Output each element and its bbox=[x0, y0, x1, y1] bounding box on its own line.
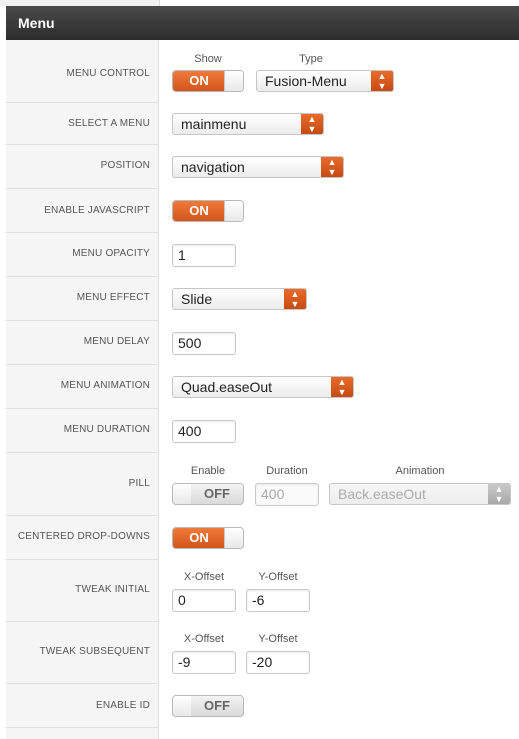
menu-opacity-input[interactable]: 1 bbox=[172, 244, 236, 267]
tweak-subsequent-y-input[interactable]: -20 bbox=[246, 651, 310, 674]
menu-settings-panel: MENU CONTROL Show Type ON Fusion-Menu ▲ ▼… bbox=[6, 40, 519, 739]
toggle-on-label: ON bbox=[173, 71, 225, 91]
menu-duration-label: MENU DURATION bbox=[63, 424, 150, 435]
tweak-initial-y-header: Y-Offset bbox=[258, 571, 298, 583]
tweak-initial-y-input[interactable]: -6 bbox=[246, 589, 310, 612]
row-menu-animation: MENU ANIMATION Quad.easeOut ▲ ▼ bbox=[6, 365, 519, 409]
row-menu-duration: MENU DURATION 400 bbox=[6, 409, 519, 453]
row-menu-control: MENU CONTROL Show Type ON Fusion-Menu ▲ ▼ bbox=[6, 40, 519, 103]
menu-type-select[interactable]: Fusion-Menu ▲ ▼ bbox=[256, 70, 394, 92]
pill-enable-header: Enable bbox=[190, 465, 226, 477]
menu-effect-label: MENU EFFECT bbox=[76, 292, 150, 303]
tweak-subsequent-label: TWEAK SUBSEQUENT bbox=[39, 646, 150, 657]
select-arrows-icon: ▲ ▼ bbox=[284, 289, 306, 309]
select-menu-value: mainmenu bbox=[181, 116, 247, 132]
select-menu-select[interactable]: mainmenu ▲ ▼ bbox=[172, 113, 324, 135]
enable-id-label: ENABLE ID bbox=[95, 700, 150, 711]
toggle-on-label: ON bbox=[173, 528, 225, 548]
row-select-menu: SELECT A MENU mainmenu ▲ ▼ bbox=[6, 103, 519, 145]
row-enable-id: ENABLE ID OFF bbox=[6, 684, 519, 728]
menu-delay-label: MENU DELAY bbox=[83, 336, 150, 347]
toggle-knob bbox=[224, 528, 243, 548]
menu-delay-input[interactable]: 500 bbox=[172, 332, 236, 355]
pill-animation-header: Animation bbox=[395, 465, 445, 477]
toggle-knob bbox=[224, 201, 243, 221]
menu-animation-label: MENU ANIMATION bbox=[60, 380, 150, 391]
menu-control-label: MENU CONTROL bbox=[66, 68, 150, 79]
toggle-off-label: OFF bbox=[191, 484, 243, 504]
menu-control-show-toggle[interactable]: ON bbox=[172, 70, 244, 92]
panel-title: Menu bbox=[18, 15, 55, 31]
tweak-subsequent-y-header: Y-Offset bbox=[258, 633, 298, 645]
tweak-subsequent-x-header: X-Offset bbox=[183, 633, 225, 645]
tweak-initial-x-input[interactable]: 0 bbox=[172, 589, 236, 612]
toggle-off-label: OFF bbox=[191, 696, 243, 716]
row-tweak-initial: TWEAK INITIAL X-Offset Y-Offset 0 -6 bbox=[6, 560, 519, 622]
select-arrows-icon: ▲ ▼ bbox=[331, 377, 353, 397]
menu-effect-select[interactable]: Slide ▲ ▼ bbox=[172, 288, 307, 310]
row-centered-dropdowns: CENTERED DROP-DOWNS ON bbox=[6, 516, 519, 560]
position-label: POSITION bbox=[100, 160, 150, 171]
select-arrows-icon: ▲ ▼ bbox=[488, 484, 510, 504]
select-arrows-icon: ▲ ▼ bbox=[371, 71, 393, 91]
row-menu-effect: MENU EFFECT Slide ▲ ▼ bbox=[6, 277, 519, 321]
row-menu-opacity: MENU OPACITY 1 bbox=[6, 233, 519, 277]
row-pill: PILL Enable Duration Animation OFF 400 B… bbox=[6, 453, 519, 516]
position-value: navigation bbox=[181, 159, 245, 175]
menu-opacity-label: MENU OPACITY bbox=[72, 248, 150, 259]
pill-animation-select[interactable]: Back.easeOut ▲ ▼ bbox=[329, 483, 511, 505]
centered-dropdowns-label: CENTERED DROP-DOWNS bbox=[17, 531, 150, 542]
row-enable-javascript: ENABLE JAVASCRIPT ON bbox=[6, 189, 519, 233]
row-tweak-subsequent: TWEAK SUBSEQUENT X-Offset Y-Offset -9 -2… bbox=[6, 622, 519, 684]
toggle-knob bbox=[224, 71, 243, 91]
select-menu-label: SELECT A MENU bbox=[68, 118, 150, 129]
menu-duration-input[interactable]: 400 bbox=[172, 420, 236, 443]
panel-header: Menu bbox=[6, 6, 519, 40]
select-arrows-icon: ▲ ▼ bbox=[321, 157, 343, 177]
row-position: POSITION navigation ▲ ▼ bbox=[6, 145, 519, 189]
centered-dropdowns-toggle[interactable]: ON bbox=[172, 527, 244, 549]
menu-effect-value: Slide bbox=[181, 291, 213, 307]
enable-javascript-toggle[interactable]: ON bbox=[172, 200, 244, 222]
tweak-initial-x-header: X-Offset bbox=[183, 571, 225, 583]
toggle-on-label: ON bbox=[173, 201, 225, 221]
pill-duration-input[interactable]: 400 bbox=[255, 483, 319, 506]
pill-label: PILL bbox=[128, 478, 150, 489]
enable-javascript-label: ENABLE JAVASCRIPT bbox=[44, 205, 150, 216]
pill-animation-value: Back.easeOut bbox=[338, 486, 426, 502]
pill-duration-header: Duration bbox=[266, 465, 308, 477]
pill-enable-toggle[interactable]: OFF bbox=[172, 483, 244, 505]
type-header: Type bbox=[299, 53, 323, 65]
select-arrows-icon: ▲ ▼ bbox=[301, 114, 323, 134]
row-menu-delay: MENU DELAY 500 bbox=[6, 321, 519, 365]
menu-animation-select[interactable]: Quad.easeOut ▲ ▼ bbox=[172, 376, 354, 398]
enable-id-toggle[interactable]: OFF bbox=[172, 695, 244, 717]
tweak-initial-label: TWEAK INITIAL bbox=[75, 584, 150, 595]
position-select[interactable]: navigation ▲ ▼ bbox=[172, 156, 344, 178]
menu-animation-value: Quad.easeOut bbox=[181, 379, 273, 395]
menu-type-value: Fusion-Menu bbox=[265, 73, 347, 89]
tweak-subsequent-x-input[interactable]: -9 bbox=[172, 651, 236, 674]
show-header: Show bbox=[194, 53, 222, 65]
